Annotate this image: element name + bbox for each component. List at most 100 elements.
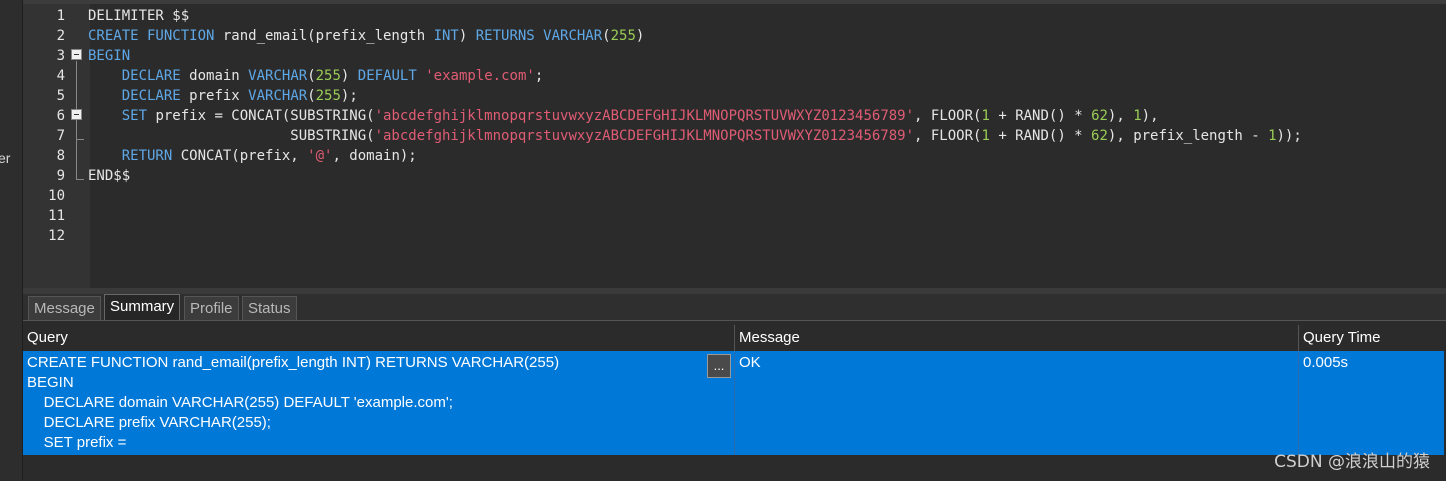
- code-token: 'abcdefghijklmnopqrstuvwxyzABCDEFGHIJKLM…: [374, 108, 915, 124]
- summary-grid: Query Message Query Time CREATE FUNCTION…: [23, 320, 1446, 481]
- code-token: DELIMITER $$: [88, 8, 190, 24]
- code-token: , FLOOR(: [914, 128, 982, 144]
- code-token: '@': [307, 148, 333, 164]
- code-line[interactable]: END$$: [88, 166, 130, 186]
- code-token: 1: [981, 128, 990, 144]
- code-token: 255: [610, 28, 636, 44]
- code-token: (: [307, 88, 316, 104]
- code-token: BEGIN: [88, 48, 131, 64]
- code-line[interactable]: RETURN CONCAT(prefix, '@', domain);: [88, 146, 417, 166]
- line-number: 7: [56, 128, 65, 144]
- line-number: 11: [48, 208, 65, 224]
- line-number: 6: [56, 108, 65, 124]
- column-divider: [734, 351, 735, 455]
- line-number: 1: [56, 8, 65, 24]
- sql-editor[interactable]: 1 DELIMITER $$ 2 CREATE FUNCTION rand_email…: [23, 4, 1446, 288]
- fold-guide-line: [76, 61, 77, 179]
- code-token: 'example.com': [425, 68, 535, 84]
- code-token: INT: [433, 28, 459, 44]
- code-token: 'abcdefghijklmnopqrstuvwxyzABCDEFGHIJKLM…: [374, 128, 915, 144]
- code-line[interactable]: CREATE FUNCTION rand_email(prefix_length…: [88, 26, 644, 46]
- column-divider: [1298, 351, 1299, 455]
- fold-margin: [68, 4, 90, 288]
- code-token: RETURN: [121, 148, 173, 164]
- code-token: ): [458, 28, 476, 44]
- column-header-message[interactable]: Message: [735, 326, 1298, 350]
- result-tabs: Message Summary Profile Status: [23, 294, 1446, 320]
- code-token: SET: [121, 108, 148, 124]
- code-token: );: [340, 88, 358, 104]
- code-token: (: [602, 28, 611, 44]
- code-token: DECLARE: [121, 68, 181, 84]
- code-token: 1: [1268, 128, 1277, 144]
- code-token: ), prefix_length -: [1107, 128, 1269, 144]
- code-token: 1: [981, 108, 990, 124]
- column-header-query-time[interactable]: Query Time: [1299, 326, 1444, 350]
- code-token: , domain);: [332, 148, 417, 164]
- code-token: rand_email(prefix_length: [222, 28, 434, 44]
- watermark: CSDN @浪浪山的猿: [1274, 452, 1430, 472]
- tab-profile[interactable]: Profile: [184, 296, 239, 320]
- code-line[interactable]: SUBSTRING('abcdefghijklmnopqrstuvwxyzABC…: [88, 126, 1302, 146]
- column-header-query[interactable]: Query: [23, 326, 734, 350]
- fold-toggle-begin[interactable]: [71, 49, 82, 60]
- code-token: ): [635, 28, 645, 44]
- left-panel-partial-label: er: [0, 150, 11, 166]
- code-token: (: [307, 68, 316, 84]
- code-token: 62: [1091, 108, 1108, 124]
- code-token: VARCHAR: [248, 68, 308, 84]
- fold-guide-end: [76, 179, 84, 180]
- cell-query-time[interactable]: 0.005s: [1299, 351, 1444, 455]
- code-token: ));: [1276, 128, 1302, 144]
- code-token: CREATE FUNCTION: [88, 28, 223, 44]
- left-panel-edge: er: [0, 0, 23, 480]
- tab-summary[interactable]: Summary: [104, 294, 181, 320]
- code-token: ),: [1107, 108, 1134, 124]
- table-row[interactable]: CREATE FUNCTION rand_email(prefix_length…: [23, 351, 1444, 455]
- code-line[interactable]: DECLARE domain VARCHAR(255) DEFAULT 'exa…: [88, 66, 544, 86]
- line-number: 8: [56, 148, 65, 164]
- code-token: prefix = CONCAT(SUBSTRING(: [147, 108, 375, 124]
- code-token: VARCHAR: [248, 88, 308, 104]
- code-token: DEFAULT: [357, 68, 417, 84]
- fold-toggle-set[interactable]: [71, 109, 82, 120]
- line-number: 5: [56, 88, 65, 104]
- code-token: SUBSTRING(: [88, 128, 375, 144]
- code-token: prefix: [180, 88, 249, 104]
- code-token: ),: [1141, 108, 1159, 124]
- line-number: 10: [48, 188, 65, 204]
- code-token: + RAND() *: [989, 128, 1092, 144]
- line-number: 4: [56, 68, 65, 84]
- code-token: DECLARE: [121, 88, 181, 104]
- code-token: END$$: [88, 168, 131, 184]
- code-token: ): [340, 68, 358, 84]
- tab-status[interactable]: Status: [242, 296, 297, 320]
- tab-message[interactable]: Message: [28, 296, 101, 320]
- code-token: + RAND() *: [989, 108, 1092, 124]
- code-line[interactable]: DELIMITER $$: [88, 6, 189, 26]
- code-token: 255: [315, 68, 341, 84]
- expand-query-button[interactable]: ...: [707, 354, 731, 378]
- cell-query[interactable]: CREATE FUNCTION rand_email(prefix_length…: [23, 351, 734, 455]
- code-token: domain: [180, 68, 249, 84]
- code-token: 1: [1133, 108, 1142, 124]
- line-number: 12: [48, 228, 65, 244]
- line-number: 2: [56, 28, 65, 44]
- code-line[interactable]: BEGIN: [88, 46, 130, 66]
- code-line[interactable]: DECLARE prefix VARCHAR(255);: [88, 86, 358, 106]
- code-token: , FLOOR(: [914, 108, 982, 124]
- code-token: 255: [315, 88, 341, 104]
- code-line[interactable]: SET prefix = CONCAT(SUBSTRING('abcdefghi…: [88, 106, 1159, 126]
- code-token: CONCAT(prefix,: [172, 148, 308, 164]
- cell-message[interactable]: OK: [735, 351, 1298, 455]
- line-number: 3: [56, 48, 65, 64]
- fold-guide-end: [76, 139, 84, 140]
- code-token: 62: [1091, 128, 1108, 144]
- code-token: RETURNS VARCHAR: [475, 28, 603, 44]
- line-number: 9: [56, 168, 65, 184]
